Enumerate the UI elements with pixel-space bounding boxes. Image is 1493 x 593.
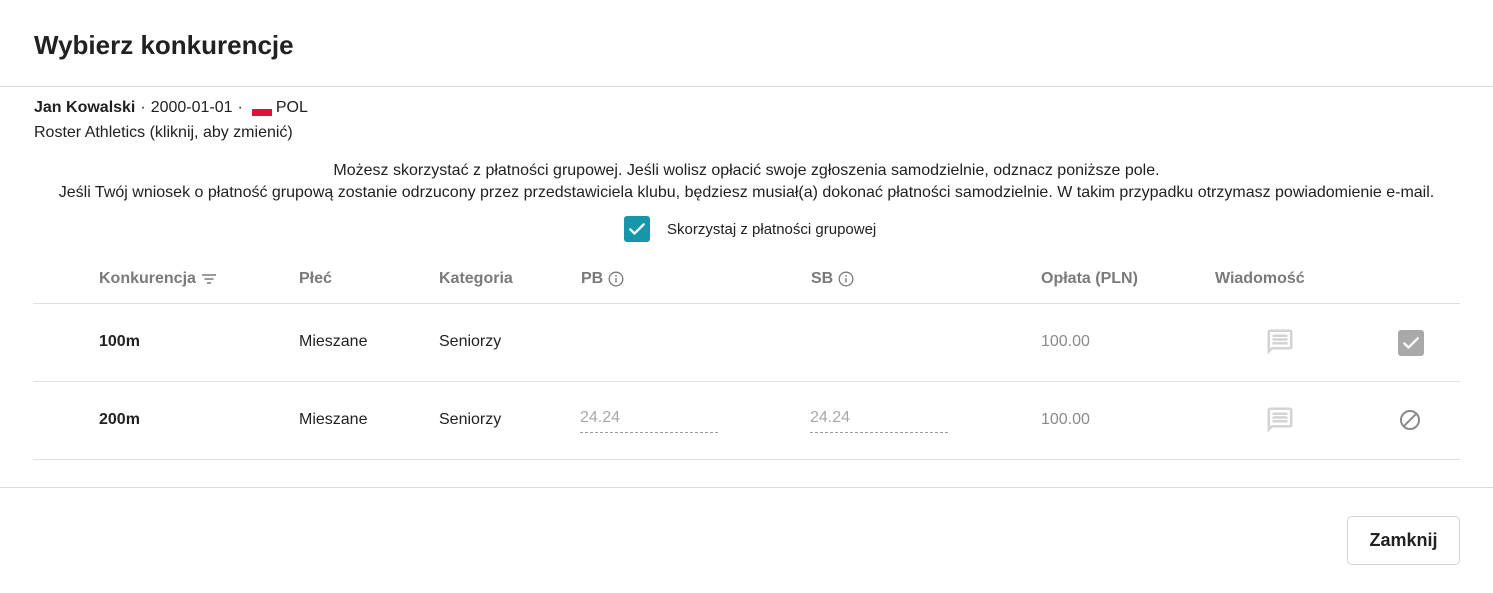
event-selected-checkbox[interactable] [1398, 330, 1424, 356]
gender-value: Mieszane [299, 411, 368, 428]
column-header-event-label: Konkurencja [99, 270, 196, 287]
separator-dot: · [237, 99, 243, 116]
column-header-event[interactable]: Konkurencja [99, 270, 217, 288]
close-button[interactable]: Zamknij [1347, 516, 1460, 565]
column-header-fee: Opłata (PLN) [1041, 270, 1138, 287]
fee-value: 100.00 [1041, 411, 1090, 428]
column-header-pb-label: PB [581, 270, 604, 287]
check-icon [1403, 337, 1419, 349]
check-icon [629, 223, 645, 235]
footer-divider [0, 487, 1493, 488]
group-payment-toggle[interactable]: Skorzystaj z płatności grupowej [624, 216, 876, 242]
message-icon[interactable] [1265, 405, 1295, 435]
info-icon[interactable] [838, 271, 854, 287]
athlete-country: POL [275, 99, 308, 116]
column-header-pb: PB [581, 270, 624, 288]
category-value: Seniorzy [439, 411, 502, 428]
gender-value: Mieszane [299, 333, 368, 350]
event-name: 200m [99, 411, 140, 428]
athlete-birthdate: 2000-01-01 [150, 99, 233, 116]
unavailable-icon[interactable] [1398, 408, 1422, 432]
column-header-message: Wiadomość [1215, 270, 1305, 287]
dialog-title: Wybierz konkurencje [34, 30, 294, 60]
athlete-info: Jan Kowalski · 2000-01-01 · POL [34, 99, 308, 117]
group-payment-checkbox[interactable] [624, 216, 650, 242]
table-divider [33, 381, 1460, 382]
table-divider [33, 303, 1460, 304]
category-value: Seniorzy [439, 333, 502, 350]
column-header-category: Kategoria [439, 270, 513, 287]
header-divider [0, 86, 1493, 87]
group-payment-info-line1: Możesz skorzystać z płatności grupowej. … [333, 162, 1160, 179]
group-payment-label: Skorzystaj z płatności grupowej [667, 220, 877, 238]
poland-flag-icon [251, 102, 272, 116]
athlete-name: Jan Kowalski [34, 99, 136, 116]
group-payment-info-line2: Jeśli Twój wniosek o płatność grupową zo… [58, 184, 1435, 201]
info-icon[interactable] [608, 271, 624, 287]
separator-dot: · [140, 99, 146, 116]
column-header-sb: SB [811, 270, 854, 288]
pb-input[interactable]: 24.24 [580, 407, 718, 433]
message-icon[interactable] [1265, 327, 1295, 357]
sort-filter-icon[interactable] [201, 271, 217, 287]
club-selector-link[interactable]: Roster Athletics (kliknij, aby zmienić) [34, 124, 293, 142]
column-header-gender: Płeć [299, 270, 332, 287]
sb-input[interactable]: 24.24 [810, 407, 948, 433]
event-name: 100m [99, 333, 140, 350]
table-divider [33, 459, 1460, 460]
fee-value: 100.00 [1041, 333, 1090, 350]
column-header-sb-label: SB [811, 270, 834, 287]
